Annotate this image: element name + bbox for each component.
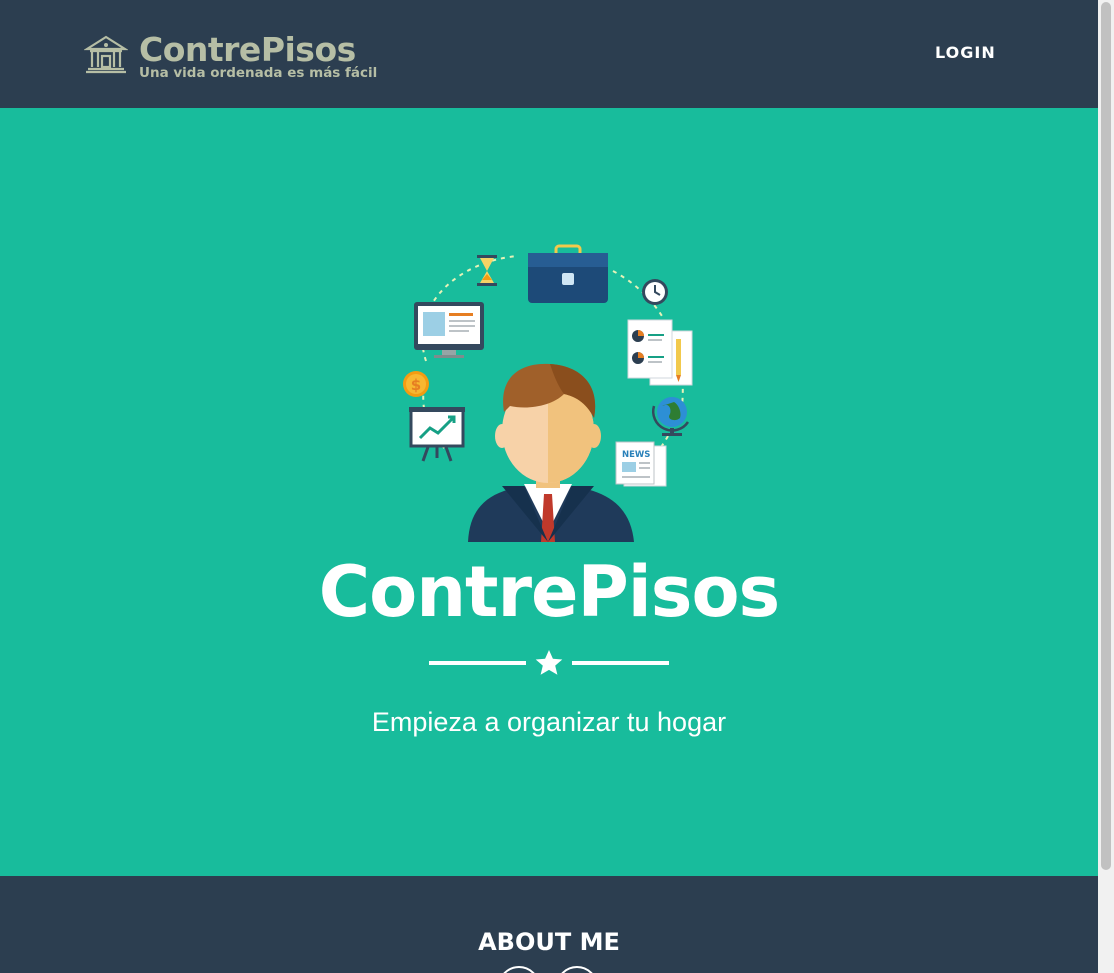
clock-icon <box>642 279 668 305</box>
hero-title: ContrePisos <box>318 551 780 633</box>
newspaper-icon: NEWS <box>615 441 667 487</box>
masthead: $ NEWS ContrePisos Empieza a organizar t… <box>0 108 1098 876</box>
star-divider <box>429 650 669 676</box>
documents-icon <box>627 319 693 386</box>
businessman-figure <box>468 363 634 542</box>
businessman-illustration: $ NEWS <box>403 244 693 542</box>
divider-line-right <box>572 661 669 665</box>
monitor-icon <box>414 302 484 358</box>
navbar: ContrePisos Una vida ordenada es más fác… <box>0 0 1098 108</box>
house-icon <box>84 35 128 74</box>
about-title: ABOUT ME <box>478 928 620 956</box>
about-circle-left <box>498 966 540 973</box>
hero-subtitle: Empieza a organizar tu hogar <box>371 707 727 737</box>
about-section: ABOUT ME <box>0 876 1098 973</box>
briefcase-icon <box>528 244 608 303</box>
star-icon <box>535 650 563 675</box>
login-link[interactable]: LOGIN <box>935 44 996 62</box>
globe-icon <box>652 397 690 436</box>
brand-name: ContrePisos <box>139 30 356 69</box>
brand-tagline: Una vida ordenada es más fácil <box>139 65 378 81</box>
dollar-coin-icon: $ <box>403 371 429 397</box>
divider-line-left <box>429 661 526 665</box>
about-circle-right <box>556 966 598 973</box>
vertical-scrollbar[interactable] <box>1098 0 1114 973</box>
scrollbar-thumb[interactable] <box>1101 2 1111 870</box>
svg-text:NEWS: NEWS <box>622 450 650 460</box>
svg-text:$: $ <box>411 376 421 394</box>
page: ContrePisos Una vida ordenada es más fác… <box>0 0 1098 973</box>
presentation-board-icon <box>409 407 465 462</box>
